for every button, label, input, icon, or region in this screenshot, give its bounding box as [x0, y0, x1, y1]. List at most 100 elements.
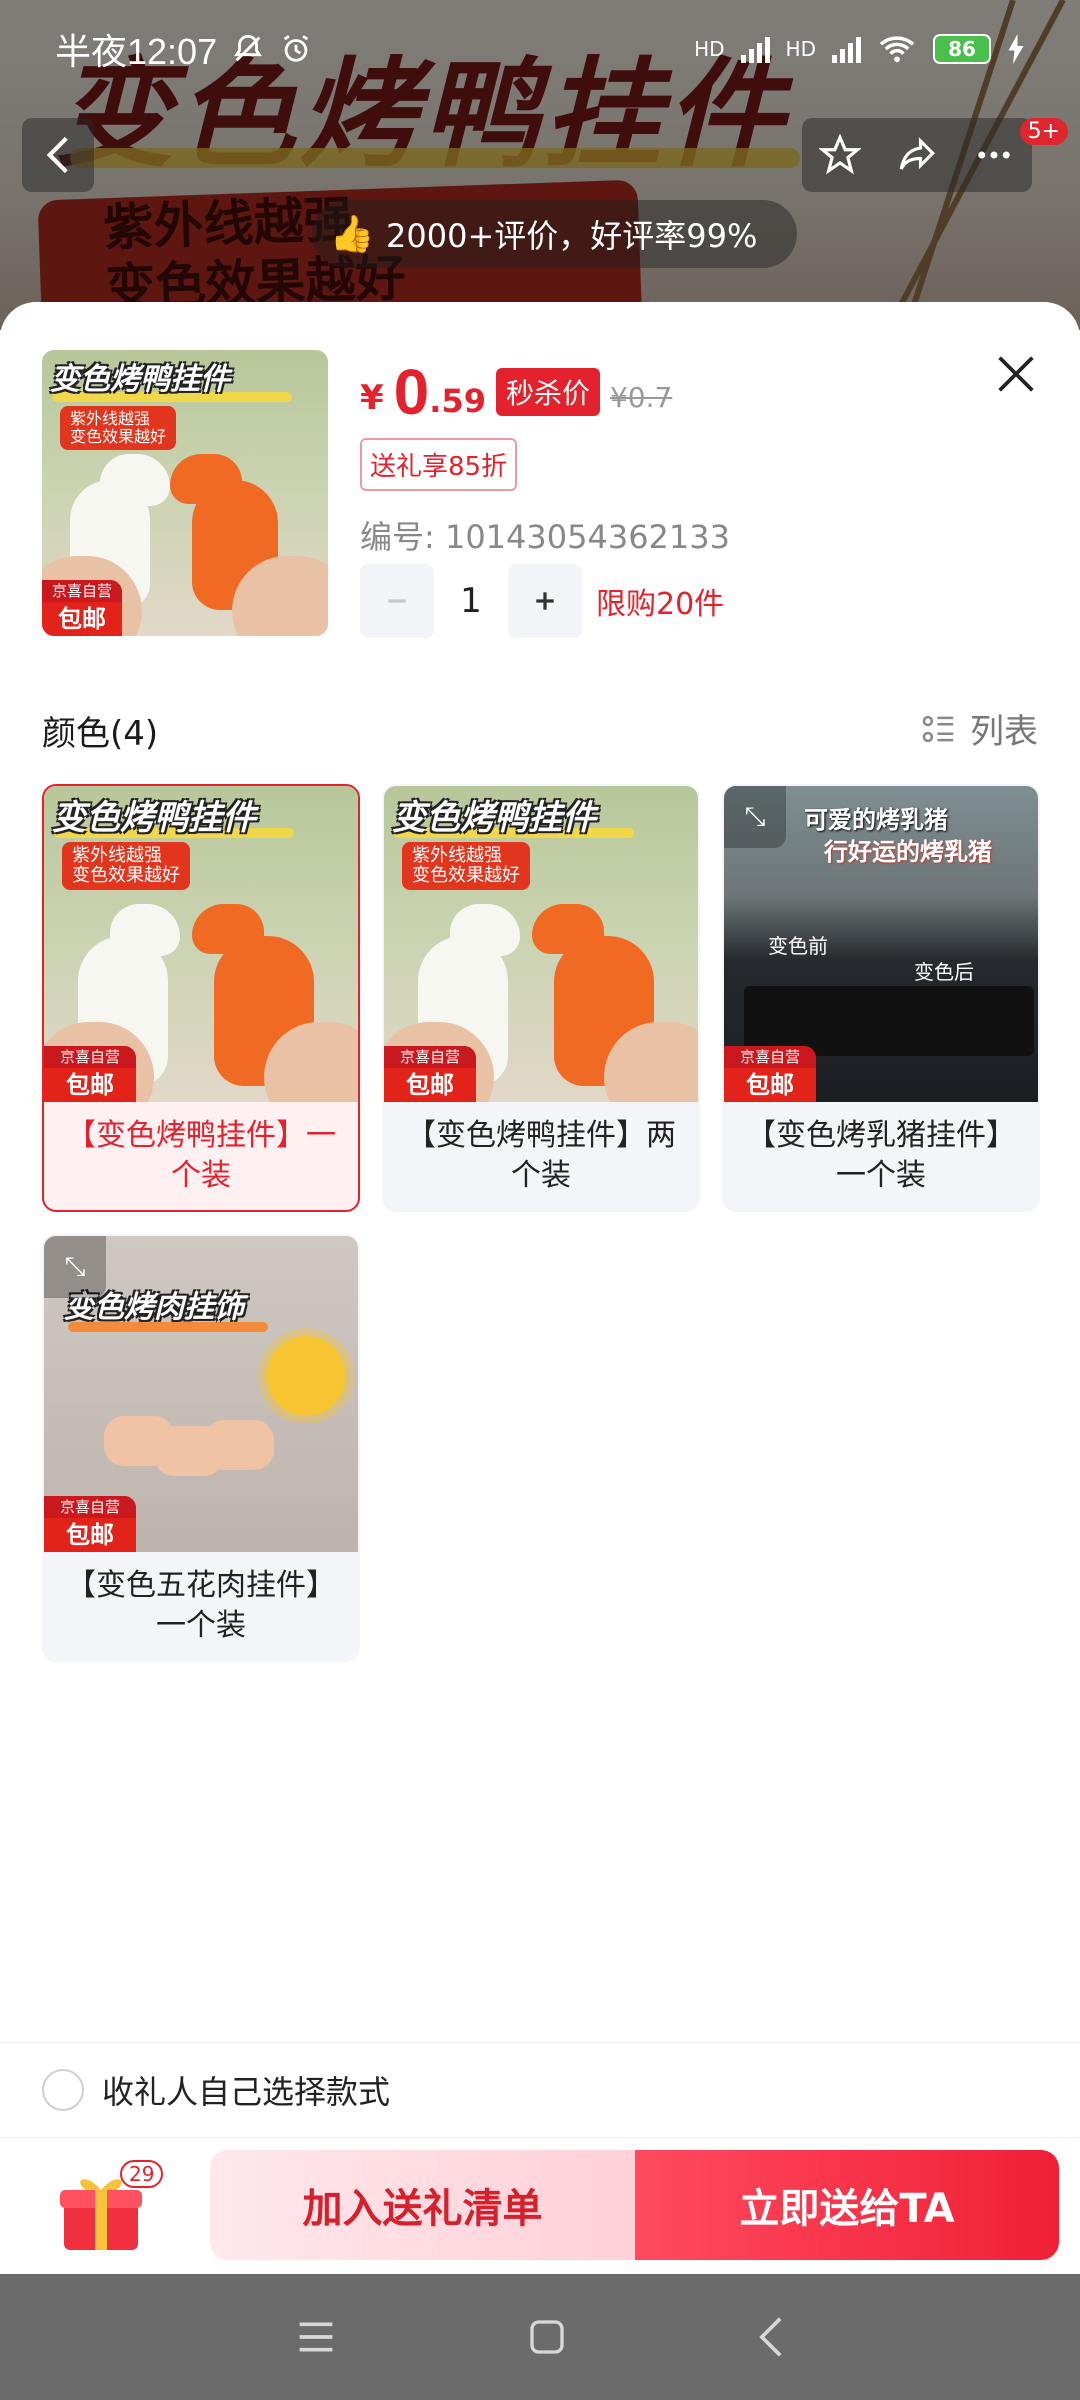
option-card-duck-single[interactable]: 变色烤鸭挂件 紫外线越强 变色效果越好 京喜自营 包邮 【变色烤鸭挂件】一个装: [42, 784, 360, 1212]
image-title: 变色烤鸭挂件: [392, 798, 596, 838]
color-section-title: 颜色(4): [42, 714, 159, 754]
option-image: 变色烤肉挂饰 ⤡ 京喜自营 包邮: [44, 1236, 358, 1552]
list-view-label: 列表: [970, 712, 1038, 752]
option-label: 【变色五花肉挂件】一个装: [66, 1568, 336, 1643]
free-ship-label: 包邮: [58, 605, 106, 633]
image-sub-line-2: 变色效果越好: [412, 865, 520, 886]
image-subtitle: 紫外线越强 变色效果越好: [60, 406, 177, 450]
pork-piece: [204, 1420, 274, 1470]
cart-badge: 5+: [1019, 118, 1068, 145]
image-title-1: 可爱的烤乳猪: [804, 806, 948, 834]
list-view-toggle[interactable]: 列表: [920, 704, 1038, 753]
price-decimal: .59: [429, 382, 486, 420]
free-ship-label: 包邮: [746, 1071, 794, 1099]
self-op-label: 京喜自营: [44, 1046, 136, 1068]
option-image: 变色烤鸭挂件 紫外线越强 变色效果越好 京喜自营 包邮: [384, 786, 698, 1102]
self-op-tag: 京喜自营 包邮: [384, 1046, 476, 1102]
top-nav: 5+: [0, 118, 1080, 194]
option-label: 【变色烤乳猪挂件】一个装: [746, 1118, 1016, 1193]
spec-selection-sheet: 变色烤鸭挂件 紫外线越强 变色效果越好 京喜自营 包邮 ¥ 0 .59 秒杀价 …: [0, 302, 1080, 2274]
status-time: 半夜12:07: [55, 31, 218, 72]
free-ship-label: 包邮: [66, 1071, 114, 1099]
share-icon[interactable]: [896, 134, 938, 176]
rating-pill: 👍 2000+评价，好评率99%: [312, 200, 798, 268]
image-title: 变色烤鸭挂件: [52, 798, 256, 838]
price-row: ¥ 0 .59 秒杀价 ¥0.7: [360, 360, 672, 424]
recipient-choose-label: 收礼人自己选择款式: [102, 2073, 391, 2111]
image-subtitle: 紫外线越强 变色效果越好: [402, 842, 530, 890]
price-integer: 0: [393, 356, 430, 428]
close-icon: [998, 356, 1034, 392]
option-image: 变色烤鸭挂件 紫外线越强 变色效果越好 京喜自营 包邮: [44, 786, 358, 1102]
self-op-label: 京喜自营: [724, 1046, 816, 1068]
back-button[interactable]: [22, 118, 94, 192]
more-icon[interactable]: [973, 134, 1015, 176]
alarm-icon: [283, 35, 309, 62]
product-image: 变色烤鸭挂件 紫外线越强 变色效果越好 京喜自营 包邮: [384, 786, 698, 1102]
coupon-tag: 送礼享85折: [360, 438, 518, 491]
product-image: 变色烤肉挂饰 ⤡ 京喜自营 包邮: [44, 1236, 358, 1552]
image-sub-line-1: 紫外线越强: [412, 845, 502, 866]
add-to-gift-list-button[interactable]: 加入送礼清单: [210, 2150, 635, 2260]
self-op-tag: 京喜自营 包邮: [42, 580, 122, 636]
original-price: ¥0.7: [609, 381, 673, 414]
product-image: 可爱的烤乳猪 行好运的烤乳猪 变色前 变色后 ⤡ 京喜自营 包邮: [724, 786, 1038, 1102]
recipient-choose-row[interactable]: 收礼人自己选择款式: [0, 2042, 1080, 2138]
signal-icon: [832, 35, 861, 63]
close-button[interactable]: [988, 346, 1044, 402]
wifi-icon: [879, 36, 915, 63]
product-image: 变色烤鸭挂件 紫外线越强 变色效果越好 京喜自营 包邮: [42, 350, 328, 636]
decrease-quantity-button[interactable]: [360, 564, 434, 638]
network-label-1: HD: [694, 37, 725, 61]
nav-actions: [802, 118, 1032, 192]
recipient-choose-radio[interactable]: [42, 2069, 84, 2111]
menu-icon[interactable]: [294, 2317, 338, 2357]
list-icon: [922, 715, 954, 742]
self-op-tag: 京喜自营 包邮: [724, 1046, 816, 1102]
minus-icon: [388, 599, 406, 603]
self-op-tag: 京喜自营 包邮: [44, 1046, 136, 1102]
color-options-grid: 变色烤鸭挂件 紫外线越强 变色效果越好 京喜自营 包邮 【变色烤鸭挂件】一个装 …: [42, 784, 1040, 1662]
star-icon[interactable]: [819, 134, 862, 176]
product-thumbnail[interactable]: 变色烤鸭挂件 紫外线越强 变色效果越好 京喜自营 包邮: [42, 350, 328, 636]
image-subtitle: 紫外线越强 变色效果越好: [62, 842, 190, 890]
purchase-limit: 限购20件: [596, 587, 725, 622]
network-label-2: HD: [785, 37, 816, 61]
currency-symbol: ¥: [360, 378, 384, 418]
chevron-left-icon: [46, 136, 68, 174]
option-card-pork[interactable]: 变色烤肉挂饰 ⤡ 京喜自营 包邮 【变色五花肉挂件】一个装: [42, 1234, 360, 1662]
image-sub-line-2: 变色效果越好: [72, 865, 180, 886]
self-op-tag: 京喜自营 包邮: [44, 1496, 136, 1552]
free-ship-label: 包邮: [406, 1071, 454, 1099]
expand-icon[interactable]: ⤡: [44, 1236, 106, 1298]
rating-text: 2000+评价，好评率99%: [386, 217, 758, 255]
silent-icon: [234, 34, 263, 62]
self-op-label: 京喜自营: [42, 580, 122, 602]
status-bar: 半夜12:07 HD HD 86: [0, 0, 1080, 98]
option-card-duck-double[interactable]: 变色烤鸭挂件 紫外线越强 变色效果越好 京喜自营 包邮 【变色烤鸭挂件】两个装: [382, 784, 700, 1212]
image-title: 变色烤鸭挂件: [50, 362, 230, 397]
quantity-value[interactable]: 1: [434, 581, 508, 621]
back-icon[interactable]: [756, 2315, 786, 2359]
system-nav-bar: [0, 2274, 1080, 2400]
gift-count-badge: 29: [120, 2160, 164, 2188]
before-label: 变色前: [768, 934, 828, 958]
battery-level: 86: [948, 37, 976, 61]
option-label: 【变色烤鸭挂件】一个装: [66, 1118, 336, 1193]
thumbs-up-icon: 👍: [329, 214, 375, 255]
option-image: 可爱的烤乳猪 行好运的烤乳猪 变色前 变色后 ⤡ 京喜自营 包邮: [724, 786, 1038, 1102]
flash-sale-tag: 秒杀价: [495, 368, 600, 416]
send-now-button[interactable]: 立即送给TA: [635, 2150, 1059, 2260]
option-card-pig[interactable]: 可爱的烤乳猪 行好运的烤乳猪 变色前 变色后 ⤡ 京喜自营 包邮 【变色烤乳猪挂…: [722, 784, 1040, 1212]
item-number: 编号: 10143054362133: [360, 518, 730, 556]
battery-icon: 86: [933, 34, 991, 64]
self-op-label: 京喜自营: [384, 1046, 476, 1068]
charging-icon: [1008, 34, 1024, 64]
increase-quantity-button[interactable]: [508, 564, 582, 638]
home-icon[interactable]: [527, 2317, 567, 2357]
quantity-stepper: 1 限购20件: [360, 564, 724, 638]
signal-icon: [740, 35, 770, 63]
sun-icon: [266, 1336, 346, 1416]
product-image: 变色烤鸭挂件 紫外线越强 变色效果越好 京喜自营 包邮: [44, 786, 358, 1102]
expand-icon[interactable]: ⤡: [724, 786, 786, 848]
